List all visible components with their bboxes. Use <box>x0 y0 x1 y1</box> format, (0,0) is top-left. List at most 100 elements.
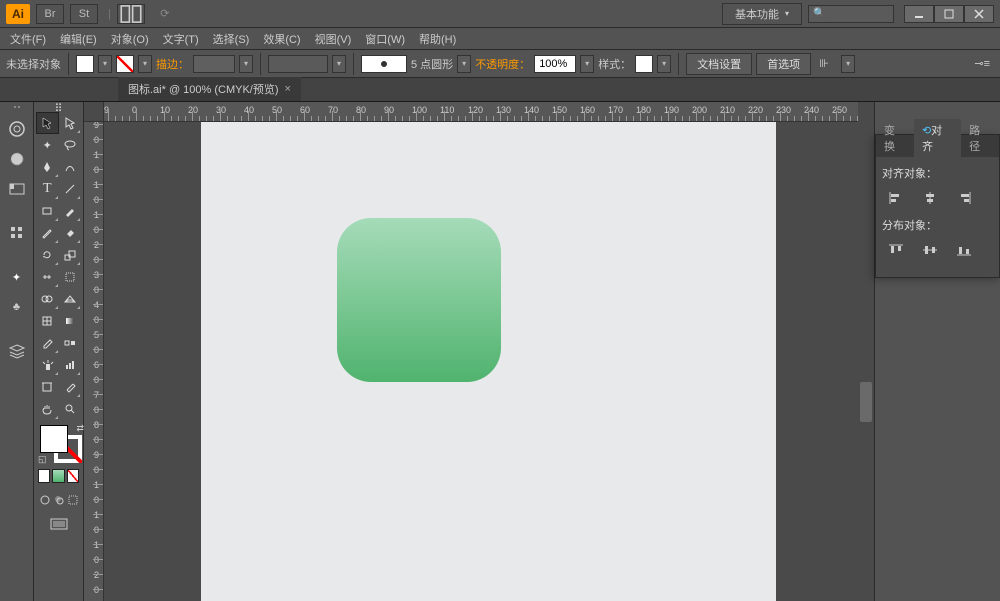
layers-icon[interactable] <box>6 340 28 362</box>
eraser-tool[interactable] <box>59 222 82 244</box>
pencil-tool[interactable] <box>36 222 59 244</box>
stroke-weight-input[interactable] <box>193 55 235 73</box>
width-tool[interactable] <box>36 266 59 288</box>
magic-wand-tool[interactable]: ✦ <box>36 134 59 156</box>
search-input[interactable]: 🔍 <box>808 5 894 23</box>
fill-swatch[interactable] <box>76 55 94 73</box>
rectangle-tool[interactable] <box>36 200 59 222</box>
document-tab[interactable]: 图标.ai* @ 100% (CMYK/预览) × <box>118 76 301 101</box>
opacity-input[interactable]: 100% <box>534 55 576 73</box>
cc-libraries-icon[interactable] <box>6 118 28 140</box>
free-transform-tool[interactable] <box>59 266 82 288</box>
draw-behind[interactable] <box>52 489 66 511</box>
fill-color[interactable] <box>40 425 68 453</box>
color-none[interactable] <box>67 469 79 483</box>
menu-window[interactable]: 窗口(W) <box>359 29 411 49</box>
align-right-icon[interactable] <box>954 189 974 207</box>
distribute-top-icon[interactable] <box>886 241 906 259</box>
close-button[interactable] <box>964 5 994 23</box>
tab-close-icon[interactable]: × <box>285 83 291 95</box>
shape-builder-tool[interactable] <box>36 288 59 310</box>
distribute-bottom-icon[interactable] <box>954 241 974 259</box>
perspective-tool[interactable] <box>59 288 82 310</box>
brushes-icon[interactable] <box>6 222 28 244</box>
stock-icon[interactable]: St <box>70 4 98 24</box>
stroke-profile[interactable] <box>361 55 407 73</box>
style-swatch[interactable] <box>635 55 653 73</box>
artboard-viewport[interactable] <box>104 122 874 601</box>
align-dropdown[interactable] <box>841 55 855 73</box>
align-hcenter-icon[interactable] <box>920 189 940 207</box>
fill-dropdown[interactable] <box>98 55 112 73</box>
slice-tool[interactable] <box>59 376 82 398</box>
opacity-dropdown[interactable] <box>580 55 594 73</box>
ruler-horizontal[interactable]: 9010203040506070809010011012013014015016… <box>104 102 874 122</box>
symbols-icon[interactable]: ✦ <box>6 266 28 288</box>
hand-tool[interactable] <box>36 398 59 420</box>
menu-edit[interactable]: 编辑(E) <box>54 29 103 49</box>
scrollbar-vertical[interactable] <box>858 102 874 601</box>
graphic-styles-icon[interactable]: ♣ <box>6 296 28 318</box>
brush-dropdown[interactable] <box>332 55 346 73</box>
maximize-button[interactable] <box>934 5 964 23</box>
pen-tool[interactable] <box>36 156 59 178</box>
menu-help[interactable]: 帮助(H) <box>413 29 462 49</box>
color-solid[interactable] <box>38 469 50 483</box>
direct-selection-tool[interactable] <box>59 112 81 134</box>
workspace-switcher[interactable]: 基本功能 ▾ <box>722 3 802 25</box>
tab-pathfinder[interactable]: 路径 <box>961 119 999 157</box>
profile-dropdown[interactable] <box>457 55 471 73</box>
sync-icon[interactable]: ⟳ <box>151 4 179 24</box>
scrollbar-thumb[interactable] <box>860 382 872 422</box>
paintbrush-tool[interactable] <box>59 200 82 222</box>
doc-setup-button[interactable]: 文档设置 <box>686 53 752 75</box>
artboard-tool[interactable] <box>36 376 59 398</box>
swap-fill-stroke-icon[interactable]: ⇄ <box>76 423 84 434</box>
rotate-tool[interactable] <box>36 244 59 266</box>
style-dropdown[interactable] <box>657 55 671 73</box>
mesh-tool[interactable] <box>36 310 59 332</box>
zoom-tool[interactable] <box>59 398 82 420</box>
scale-tool[interactable] <box>59 244 82 266</box>
stroke-weight-dropdown[interactable] <box>239 55 253 73</box>
eyedropper-tool[interactable] <box>36 332 59 354</box>
align-icon[interactable]: ⊪ <box>819 57 837 70</box>
dock-handle[interactable] <box>8 106 26 110</box>
menu-type[interactable]: 文字(T) <box>157 29 205 49</box>
menu-view[interactable]: 视图(V) <box>309 29 358 49</box>
gradient-tool[interactable] <box>59 310 82 332</box>
menu-select[interactable]: 选择(S) <box>207 29 256 49</box>
fill-stroke-control[interactable]: ⇄ ◱ <box>38 423 84 465</box>
lasso-tool[interactable] <box>59 134 82 156</box>
menu-effect[interactable]: 效果(C) <box>257 29 306 49</box>
draw-normal[interactable] <box>38 489 52 511</box>
swatches-icon[interactable] <box>6 178 28 200</box>
bridge-icon[interactable]: Br <box>36 4 64 24</box>
distribute-vcenter-icon[interactable] <box>920 241 940 259</box>
minimize-button[interactable] <box>904 5 934 23</box>
tab-transform[interactable]: 变换 <box>876 119 914 157</box>
tab-align[interactable]: ⟲对齐 <box>914 119 961 157</box>
arrange-icon[interactable] <box>117 4 145 24</box>
curvature-tool[interactable] <box>59 156 82 178</box>
color-gradient[interactable] <box>52 469 64 483</box>
rounded-rectangle-shape[interactable] <box>337 218 501 382</box>
menu-object[interactable]: 对象(O) <box>105 29 155 49</box>
preferences-button[interactable]: 首选项 <box>756 53 811 75</box>
line-tool[interactable] <box>59 178 82 200</box>
type-tool[interactable]: T <box>36 178 59 200</box>
toolbox-handle[interactable]: ⠿ <box>36 104 81 112</box>
graph-tool[interactable] <box>59 354 82 376</box>
blend-tool[interactable] <box>59 332 82 354</box>
stroke-swatch[interactable] <box>116 55 134 73</box>
draw-inside[interactable] <box>66 489 80 511</box>
brush-input[interactable] <box>268 55 328 73</box>
align-left-icon[interactable] <box>886 189 906 207</box>
ruler-vertical[interactable]: 90101010203040506070809010101020 <box>84 122 104 601</box>
screen-mode[interactable] <box>36 513 81 537</box>
color-icon[interactable] <box>6 148 28 170</box>
symbol-sprayer-tool[interactable] <box>36 354 59 376</box>
default-fill-stroke-icon[interactable]: ◱ <box>38 454 47 465</box>
ruler-origin[interactable] <box>84 102 104 122</box>
panel-menu-icon[interactable]: ⊸≡ <box>974 57 990 70</box>
